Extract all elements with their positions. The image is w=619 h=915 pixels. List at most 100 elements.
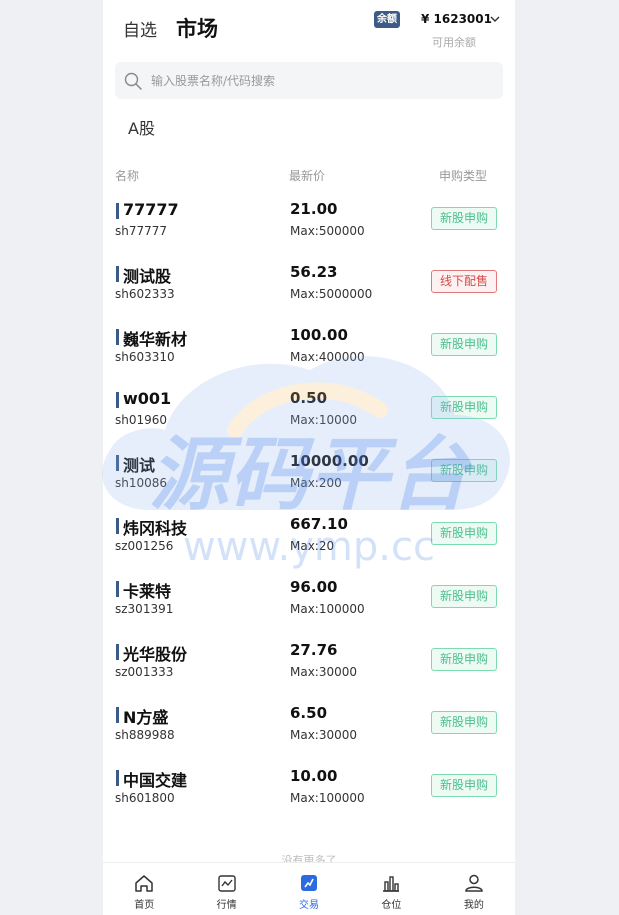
column-header-price: 最新价 bbox=[289, 169, 326, 183]
stock-code: sh601800 bbox=[115, 791, 175, 805]
stock-code: sz301391 bbox=[115, 602, 174, 616]
home-icon bbox=[135, 875, 153, 892]
tab-watchlist[interactable]: 自选 bbox=[123, 16, 157, 41]
stock-name: N方盛 bbox=[123, 708, 169, 727]
section-title: A股 bbox=[128, 119, 155, 138]
stock-code: sh77777 bbox=[115, 224, 168, 238]
stock-row[interactable]: w001 sh01960 0.50 Max:10000 新股申购 bbox=[103, 382, 515, 445]
stock-name: 卡莱特 bbox=[123, 582, 172, 601]
stock-code: sh01960 bbox=[115, 413, 168, 427]
subscription-type-tag[interactable]: 新股申购 bbox=[431, 333, 497, 356]
balance-badge: 余额 bbox=[374, 11, 400, 28]
stock-max: Max:500000 bbox=[290, 224, 365, 238]
stock-price: 667.10 bbox=[290, 515, 348, 533]
row-accent-bar bbox=[116, 707, 119, 723]
stock-price: 6.50 bbox=[290, 704, 328, 722]
search-icon bbox=[124, 72, 142, 90]
stock-row[interactable]: 卡莱特 sz301391 96.00 Max:100000 新股申购 bbox=[103, 571, 515, 634]
subscription-type-tag[interactable]: 新股申购 bbox=[431, 774, 497, 797]
tab-label: 仓位 bbox=[381, 900, 402, 911]
stock-name: 光华股份 bbox=[123, 645, 188, 664]
subscription-type-tag[interactable]: 新股申购 bbox=[431, 585, 497, 608]
stock-price: 100.00 bbox=[290, 326, 348, 344]
subscription-type-tag[interactable]: 线下配售 bbox=[431, 270, 497, 293]
search-box[interactable] bbox=[115, 62, 503, 99]
stock-code: sh10086 bbox=[115, 476, 168, 490]
stock-price: 10.00 bbox=[290, 767, 338, 785]
subscription-type-tag[interactable]: 新股申购 bbox=[431, 459, 497, 482]
row-accent-bar bbox=[116, 518, 119, 534]
row-accent-bar bbox=[116, 644, 119, 660]
tab-home[interactable]: 首页 bbox=[103, 863, 185, 915]
stock-max: Max:100000 bbox=[290, 602, 365, 616]
stock-list: 77777 sh77777 21.00 Max:500000 新股申购 测试股 sh6023… bbox=[103, 193, 515, 823]
stock-code: sz001256 bbox=[115, 539, 174, 553]
tab-market[interactable]: 市场 bbox=[176, 13, 218, 43]
stock-row[interactable]: 中国交建 sh601800 10.00 Max:100000 新股申购 bbox=[103, 760, 515, 823]
chart-icon bbox=[217, 875, 236, 892]
tab-label: 交易 bbox=[299, 900, 320, 911]
subscription-type-tag[interactable]: 新股申购 bbox=[431, 522, 497, 545]
subscription-type-tag[interactable]: 新股申购 bbox=[431, 711, 497, 734]
balance-amount[interactable]: ¥ 1623001 bbox=[421, 12, 492, 26]
header: 自选 市场 余额 ¥ 1623001 可用余额 bbox=[103, 0, 515, 56]
stock-row[interactable]: 测试股 sh602333 56.23 Max:5000000 线下配售 bbox=[103, 256, 515, 319]
tab-user[interactable]: 我的 bbox=[433, 863, 515, 915]
stock-row[interactable]: N方盛 sh889988 6.50 Max:30000 新股申购 bbox=[103, 697, 515, 760]
subscription-type-tag[interactable]: 新股申购 bbox=[431, 396, 497, 419]
row-accent-bar bbox=[116, 455, 119, 471]
row-accent-bar bbox=[116, 203, 119, 219]
stock-row[interactable]: 77777 sh77777 21.00 Max:500000 新股申购 bbox=[103, 193, 515, 256]
tab-chart[interactable]: 行情 bbox=[185, 863, 267, 915]
stock-row[interactable]: 炜冈科技 sz001256 667.10 Max:20 新股申购 bbox=[103, 508, 515, 571]
row-accent-bar bbox=[116, 329, 119, 345]
stock-max: Max:400000 bbox=[290, 350, 365, 364]
stock-price: 56.23 bbox=[290, 263, 338, 281]
stock-max: Max:20 bbox=[290, 539, 335, 553]
stock-price: 0.50 bbox=[290, 389, 328, 407]
stock-name: w001 bbox=[123, 389, 172, 408]
row-accent-bar bbox=[116, 581, 119, 597]
stock-code: sz001333 bbox=[115, 665, 174, 679]
stock-code: sh889988 bbox=[115, 728, 175, 742]
tab-label: 行情 bbox=[216, 900, 237, 911]
user-icon bbox=[465, 874, 483, 892]
bottom-tab-bar: 首页 行情 交易 仓位 我的 bbox=[103, 862, 515, 915]
tab-position[interactable]: 仓位 bbox=[350, 863, 432, 915]
stock-name: 测试 bbox=[123, 456, 156, 475]
balance-label: 可用余额 bbox=[432, 36, 476, 49]
stock-max: Max:100000 bbox=[290, 791, 365, 805]
position-icon bbox=[383, 876, 400, 892]
tab-label: 我的 bbox=[463, 900, 484, 911]
stock-price: 96.00 bbox=[290, 578, 338, 596]
stock-max: Max:5000000 bbox=[290, 287, 373, 301]
search-input[interactable] bbox=[151, 62, 491, 99]
row-accent-bar bbox=[116, 392, 119, 408]
tab-trade[interactable]: 交易 bbox=[268, 863, 350, 915]
chevron-down-icon[interactable] bbox=[489, 13, 501, 25]
stock-name: 77777 bbox=[123, 200, 179, 219]
column-header-name: 名称 bbox=[115, 169, 140, 183]
subscription-type-tag[interactable]: 新股申购 bbox=[431, 648, 497, 671]
row-accent-bar bbox=[116, 770, 119, 786]
stock-row[interactable]: 测试 sh10086 10000.00 Max:200 新股申购 bbox=[103, 445, 515, 508]
stock-row[interactable]: 光华股份 sz001333 27.76 Max:30000 新股申购 bbox=[103, 634, 515, 697]
stock-max: Max:10000 bbox=[290, 413, 358, 427]
stock-price: 21.00 bbox=[290, 200, 338, 218]
stock-name: 测试股 bbox=[123, 267, 172, 286]
trade-icon bbox=[301, 875, 318, 891]
stock-max: Max:30000 bbox=[290, 728, 358, 742]
stock-max: Max:200 bbox=[290, 476, 342, 490]
subscription-type-tag[interactable]: 新股申购 bbox=[431, 207, 497, 230]
stock-price: 10000.00 bbox=[290, 452, 369, 470]
stock-name: 炜冈科技 bbox=[123, 519, 188, 538]
stock-row[interactable]: 巍华新材 sh603310 100.00 Max:400000 新股申购 bbox=[103, 319, 515, 382]
stock-code: sh603310 bbox=[115, 350, 175, 364]
tab-label: 首页 bbox=[134, 900, 155, 911]
stock-name: 巍华新材 bbox=[123, 330, 188, 349]
row-accent-bar bbox=[116, 266, 119, 282]
stock-max: Max:30000 bbox=[290, 665, 358, 679]
phone-screen: 自选 市场 余额 ¥ 1623001 可用余额 A股 名称 最新价 申购类型 7… bbox=[103, 0, 515, 915]
stock-price: 27.76 bbox=[290, 641, 338, 659]
stock-name: 中国交建 bbox=[123, 771, 188, 790]
